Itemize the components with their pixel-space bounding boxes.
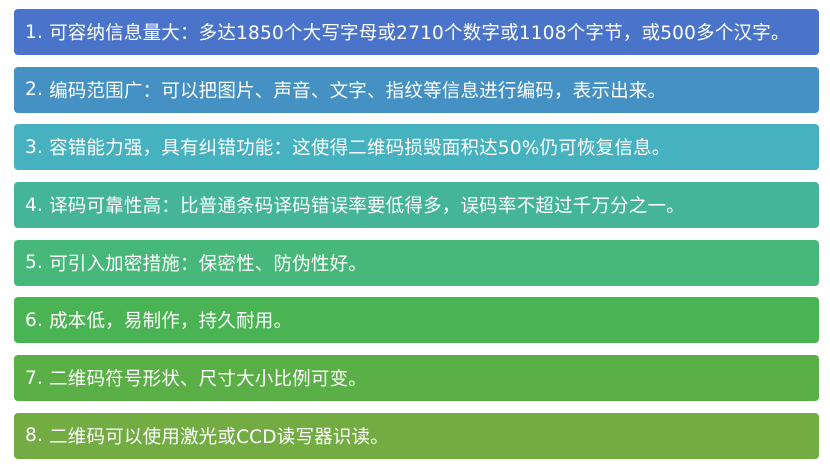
- list-item: 4. 译码可靠性高：比普通条码译码错误率要低得多，误码率不超过千万分之一。: [14, 182, 819, 229]
- item-number: 1.: [25, 21, 44, 43]
- item-number: 6.: [25, 309, 44, 331]
- item-text: 容错能力强，具有纠错功能：这使得二维码损毁面积达50%仍可恢复信息。: [49, 138, 671, 160]
- list-item: 6. 成本低，易制作，持久耐用。: [14, 297, 819, 344]
- item-number: 2.: [25, 79, 44, 101]
- list-item: 3. 容错能力强，具有纠错功能：这使得二维码损毁面积达50%仍可恢复信息。: [14, 124, 819, 171]
- item-number: 8.: [25, 425, 44, 447]
- item-text: 二维码符号形状、尺寸大小比例可变。: [49, 369, 367, 391]
- feature-list: 1. 可容纳信息量大：多达1850个大写字母或2710个数字或1108个字节，或…: [14, 9, 819, 471]
- item-number: 7.: [25, 367, 44, 389]
- item-number: 3.: [25, 136, 44, 158]
- list-item: 1. 可容纳信息量大：多达1850个大写字母或2710个数字或1108个字节，或…: [14, 9, 819, 55]
- item-text: 译码可靠性高：比普通条码译码错误率要低得多，误码率不超过千万分之一。: [49, 196, 685, 218]
- item-number: 5.: [25, 252, 44, 274]
- item-text: 编码范围广：可以把图片、声音、文字、指纹等信息进行编码，表示出来。: [49, 80, 667, 102]
- list-item: 2. 编码范围广：可以把图片、声音、文字、指纹等信息进行编码，表示出来。: [14, 66, 819, 113]
- list-item: 5. 可引入加密措施：保密性、防伪性好。: [14, 239, 819, 286]
- list-item: 7. 二维码符号形状、尺寸大小比例可变。: [14, 355, 819, 402]
- item-text: 二维码可以使用激光或CCD读写器识读。: [49, 426, 389, 448]
- item-number: 4.: [25, 194, 44, 216]
- list-item: 8. 二维码可以使用激光或CCD读写器识读。: [14, 412, 819, 459]
- item-text: 可引入加密措施：保密性、防伪性好。: [49, 253, 367, 275]
- item-text: 成本低，易制作，持久耐用。: [49, 311, 293, 333]
- item-text: 可容纳信息量大：多达1850个大写字母或2710个数字或1108个字节，或500…: [49, 23, 790, 44]
